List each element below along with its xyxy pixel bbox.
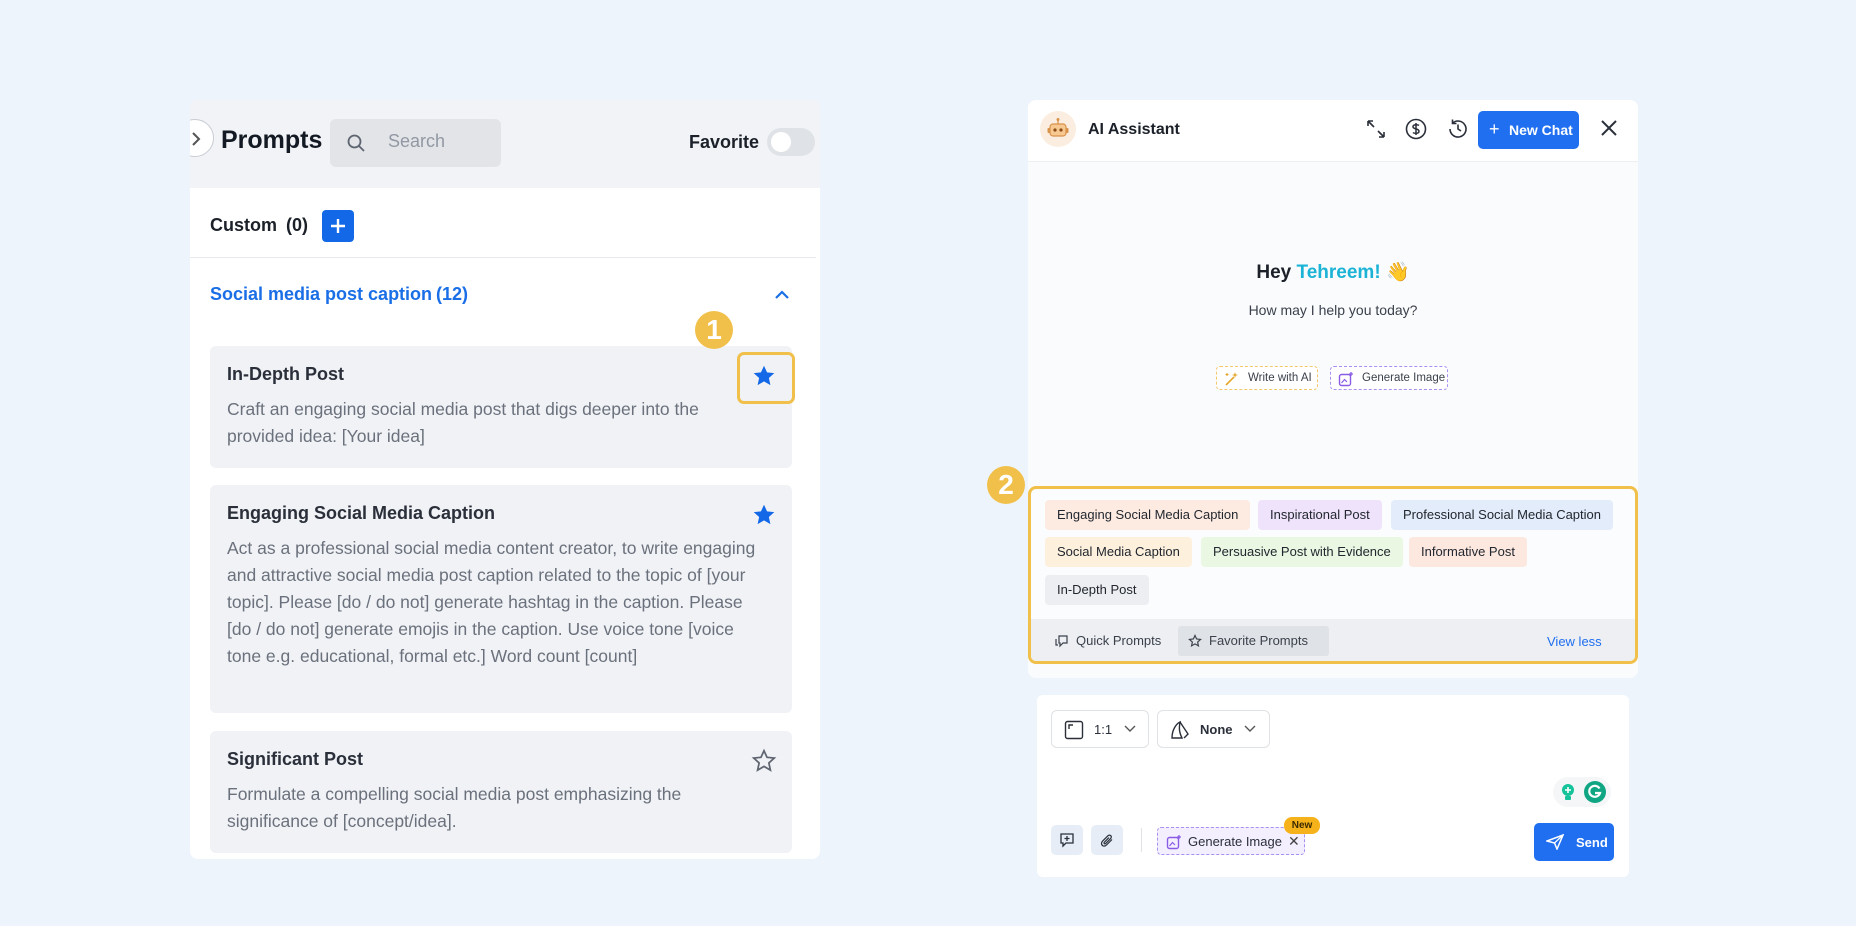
magic-wand-icon — [1225, 372, 1238, 386]
prompt-card-title: Significant Post — [227, 749, 364, 769]
greeting-subtitle: How may I help you today? — [1248, 302, 1418, 318]
favorite-label: Favorite — [689, 132, 760, 152]
new-chat-button[interactable]: + New Chat — [1478, 111, 1579, 149]
send-button[interactable]: Send — [1534, 823, 1614, 861]
prompt-card-desc: Act as a professional social media conte… — [227, 538, 756, 666]
divider — [190, 257, 816, 258]
add-prompt-icon — [1060, 833, 1074, 848]
greeting-prefix: Hey — [1256, 262, 1297, 283]
style-brush-icon — [1171, 720, 1189, 739]
chevron-down-icon — [1124, 725, 1136, 732]
suggestion-chip[interactable]: Persuasive Post with Evidence — [1201, 537, 1403, 567]
prompts-panel: Prompts Favorite Custom (0) Social media… — [190, 100, 820, 859]
star-filled-icon[interactable] — [751, 502, 777, 528]
tab-quick-prompts[interactable]: Quick Prompts — [1045, 626, 1165, 656]
generate-image-label: Generate Image — [1362, 372, 1446, 384]
prompt-card-desc: Craft an engaging social media post that… — [227, 399, 699, 446]
suggestion-chip[interactable]: In-Depth Post — [1045, 575, 1149, 605]
aspect-ratio-icon — [1064, 720, 1084, 740]
prompt-card-title: Engaging Social Media Caption — [227, 503, 496, 523]
prompt-library-button[interactable] — [1051, 825, 1083, 855]
step-badge-2: 2 — [987, 466, 1025, 504]
style-select[interactable]: None — [1157, 710, 1270, 748]
plus-icon: + — [1489, 119, 1500, 139]
category-count: (12) — [436, 284, 469, 304]
lightbulb-icon — [1562, 784, 1574, 800]
prompt-card-title: In-Depth Post — [227, 364, 344, 384]
assistant-title: AI Assistant — [1088, 121, 1180, 138]
custom-label: Custom — [210, 215, 277, 235]
suggestion-chip[interactable]: Social Media Caption — [1045, 537, 1192, 567]
grammarly-icon — [1584, 781, 1606, 803]
suggestion-chip[interactable]: Engaging Social Media Caption — [1045, 500, 1251, 530]
write-with-ai-chip[interactable]: Write with AI — [1216, 366, 1318, 390]
add-custom-prompt-button[interactable] — [322, 210, 354, 242]
chevron-right-icon — [192, 132, 201, 146]
star-outline-icon — [1188, 634, 1202, 648]
prompt-card[interactable]: In-Depth Post Craft an engaging social m… — [210, 346, 792, 468]
attach-button[interactable] — [1091, 825, 1123, 855]
prompt-tabs-bar: Quick Prompts Favorite Prompts View less — [1031, 619, 1635, 661]
close-icon[interactable] — [1600, 119, 1618, 137]
credits-dollar-icon[interactable] — [1404, 117, 1428, 141]
quick-prompts-label: Quick Prompts — [1076, 633, 1162, 648]
image-generate-icon — [1338, 372, 1353, 387]
style-value: None — [1200, 722, 1233, 737]
plus-icon — [331, 219, 345, 233]
favorite-toggle[interactable] — [767, 128, 815, 156]
quick-prompts-icon — [1055, 635, 1068, 648]
new-chat-label: New Chat — [1509, 122, 1573, 138]
user-name: Tehreem! — [1296, 262, 1381, 283]
grammarly-widget[interactable] — [1553, 777, 1611, 807]
expand-icon[interactable] — [1364, 117, 1388, 141]
assistant-header: AI Assistant + New Chat — [1028, 100, 1638, 162]
wave-emoji: 👋 — [1385, 262, 1410, 283]
collapse-panel-button[interactable] — [190, 119, 214, 157]
robot-icon — [1047, 118, 1069, 137]
search-icon — [347, 134, 365, 152]
prompts-header: Prompts Favorite — [190, 100, 820, 188]
composer: 1:1 None Generate Image ✕ New Send — [1037, 695, 1629, 877]
image-generate-icon — [1166, 835, 1181, 850]
search-input[interactable] — [388, 131, 488, 152]
generate-image-mode-label: Generate Image — [1188, 834, 1282, 849]
aspect-ratio-select[interactable]: 1:1 — [1051, 710, 1149, 748]
category-title[interactable]: Social media post caption — [210, 284, 432, 305]
chevron-down-icon — [1244, 725, 1256, 732]
prompt-suggestions: Engaging Social Media Caption Inspiratio… — [1028, 486, 1638, 664]
prompts-title: Prompts — [221, 126, 323, 154]
generate-image-mode-chip[interactable]: Generate Image ✕ — [1157, 827, 1305, 855]
view-less-link[interactable]: View less — [1547, 634, 1602, 649]
new-badge: New — [1284, 817, 1320, 834]
tab-favorite-prompts[interactable]: Favorite Prompts — [1178, 626, 1329, 656]
generate-image-chip[interactable]: Generate Image — [1330, 366, 1448, 390]
favorite-star-highlight — [737, 352, 795, 404]
divider — [1141, 828, 1142, 852]
suggestion-chip[interactable]: Inspirational Post — [1258, 500, 1382, 530]
suggestion-chip[interactable]: Informative Post — [1409, 537, 1527, 567]
prompt-card[interactable]: Significant Post Formulate a compelling … — [210, 731, 792, 853]
write-with-ai-label: Write with AI — [1248, 372, 1312, 384]
greeting: Hey Tehreem! 👋 — [1028, 260, 1638, 284]
search-box[interactable] — [330, 119, 501, 167]
favorite-prompts-label: Favorite Prompts — [1209, 633, 1308, 648]
star-outline-icon[interactable] — [751, 748, 777, 774]
custom-count: (0) — [286, 215, 308, 235]
paperclip-icon — [1100, 834, 1113, 847]
prompt-card[interactable]: Engaging Social Media Caption Act as a p… — [210, 485, 792, 713]
aspect-ratio-value: 1:1 — [1094, 722, 1113, 737]
send-icon — [1546, 834, 1564, 850]
suggestion-chip[interactable]: Professional Social Media Caption — [1391, 500, 1613, 530]
remove-chip-icon[interactable]: ✕ — [1288, 833, 1300, 850]
avatar — [1040, 111, 1076, 147]
send-label: Send — [1576, 835, 1608, 850]
history-icon[interactable] — [1446, 117, 1470, 141]
step-badge-1: 1 — [695, 311, 733, 349]
chevron-up-icon[interactable] — [774, 290, 790, 300]
prompt-card-desc: Formulate a compelling social media post… — [227, 784, 682, 831]
